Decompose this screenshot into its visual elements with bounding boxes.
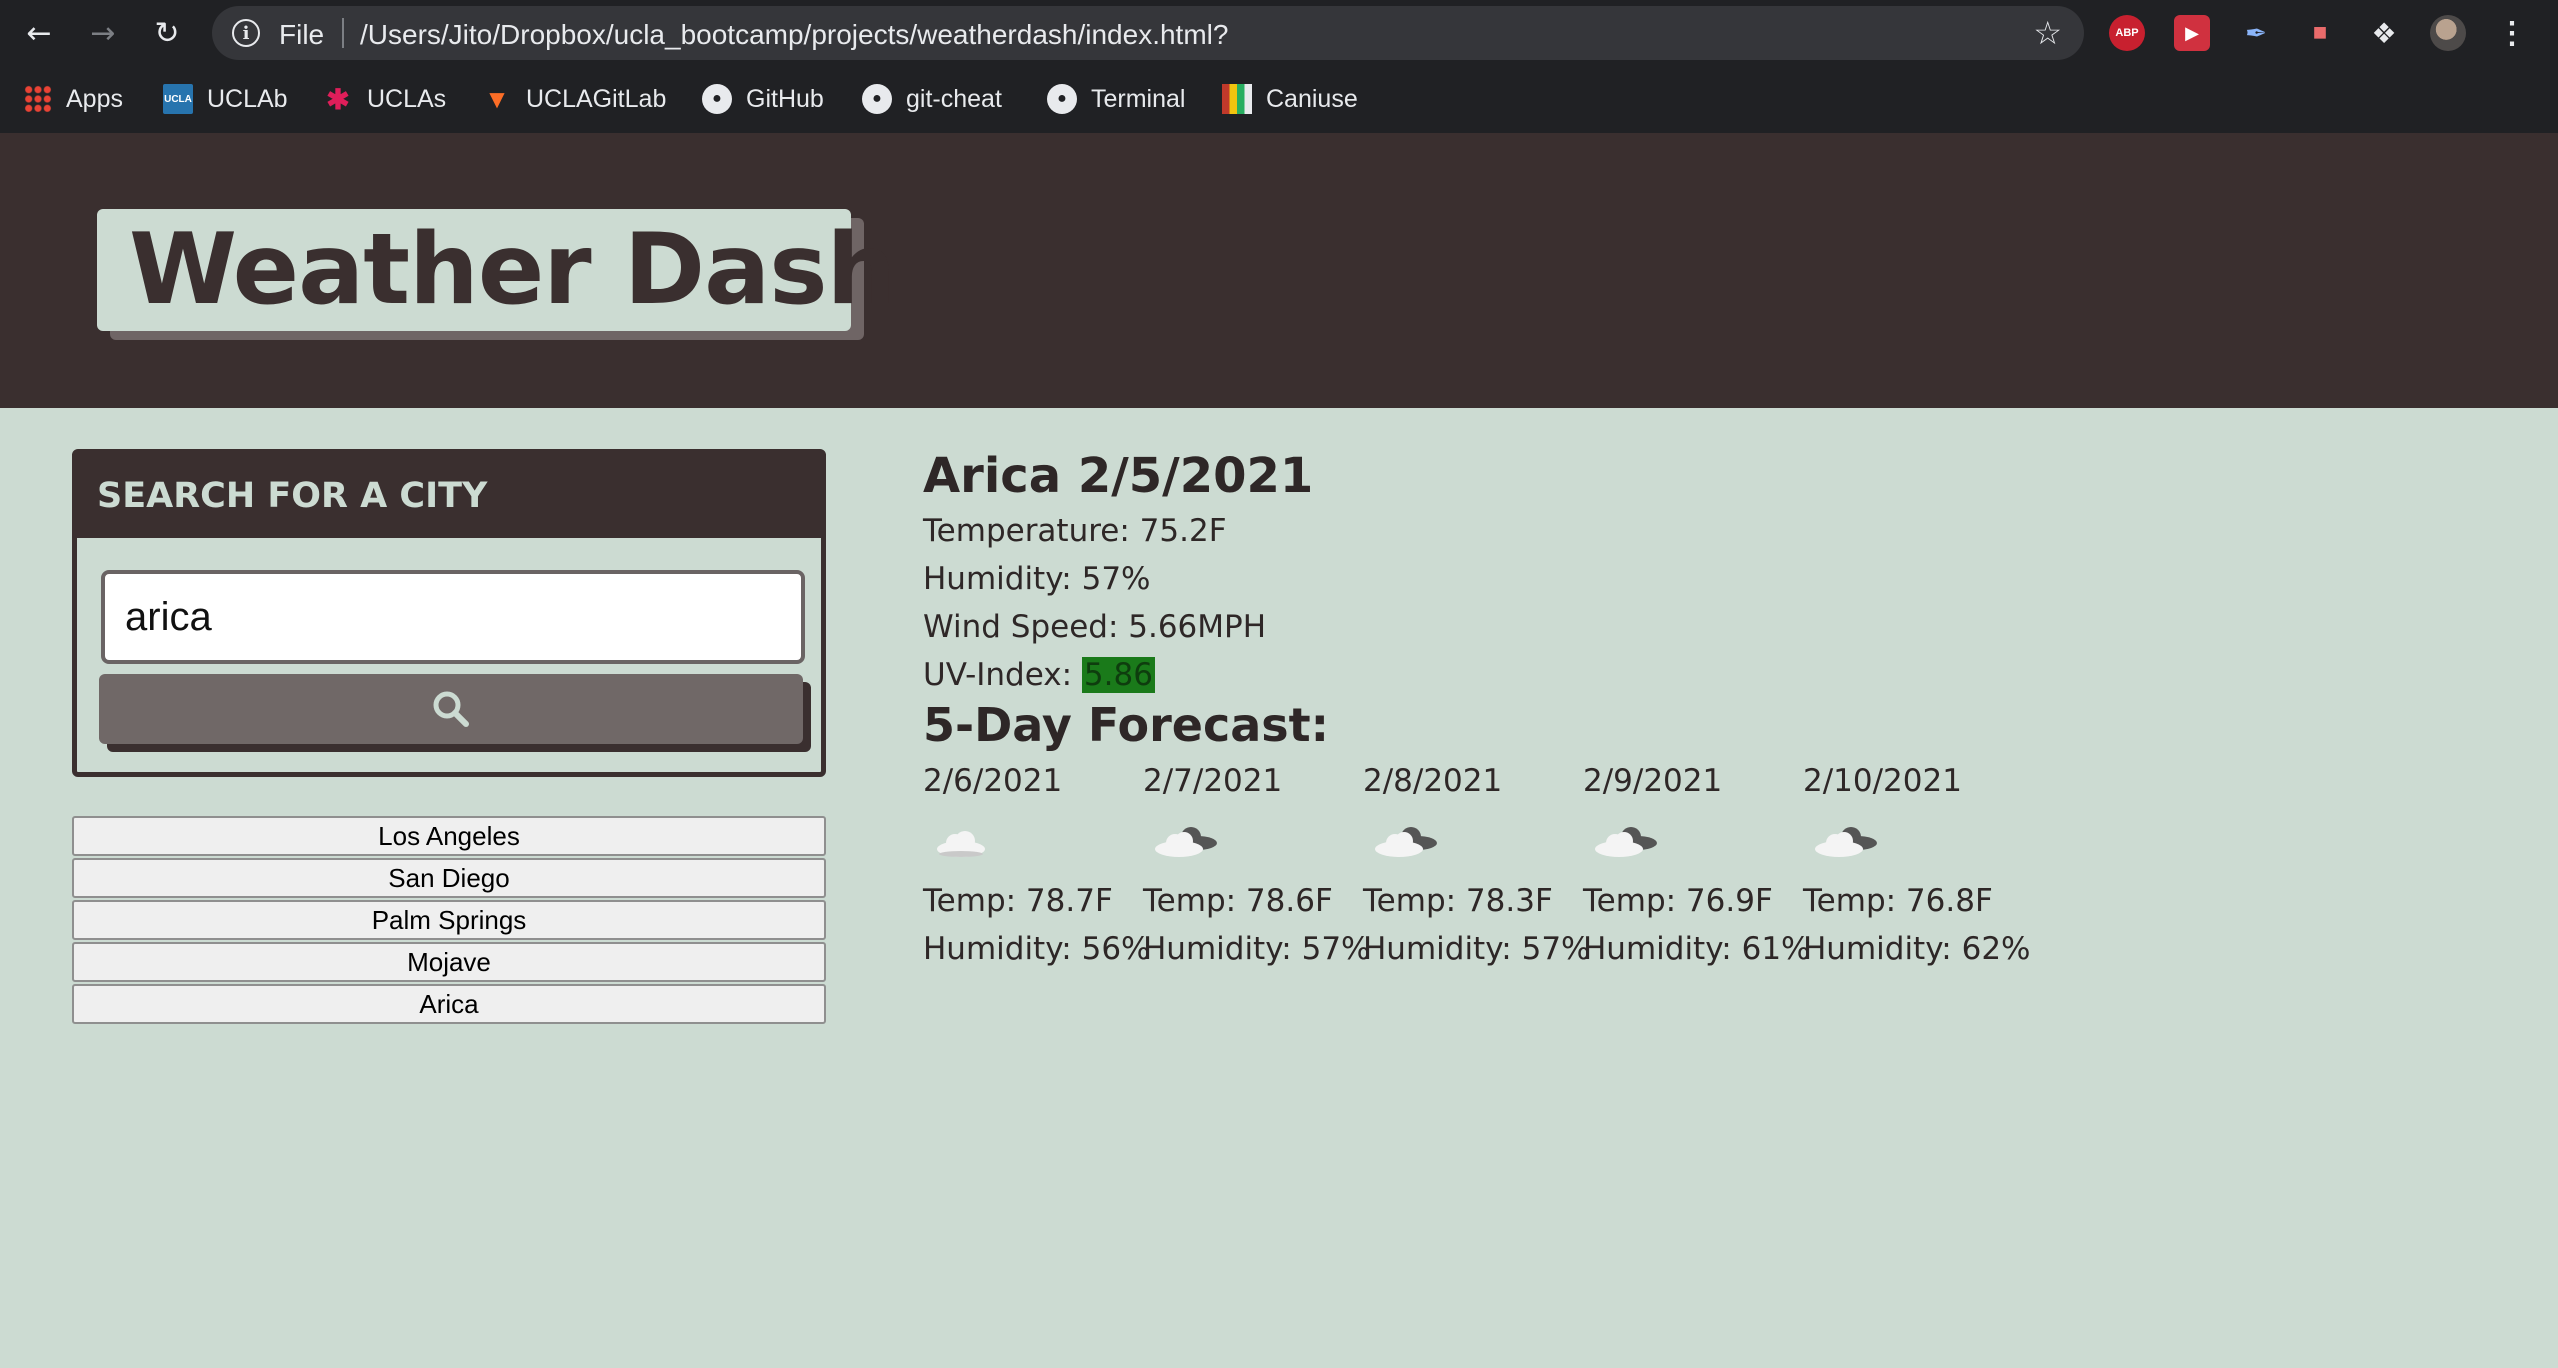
- bookmark-label: UCLAGitLab: [526, 84, 667, 113]
- bookmarks-bar: Apps UCLA UCLAb ✱ UCLAs ▼ UCLAGitLab ● G…: [0, 70, 2558, 130]
- weather-dash-page: Weather Dash SEARCH FOR A CITY Los Angel…: [0, 133, 2558, 1368]
- forecast-date: 2/9/2021: [1583, 763, 1723, 799]
- city-search-input[interactable]: [101, 570, 805, 664]
- forecast-day: 2/6/2021 Temp: 78.7F Humidity: 56%: [923, 757, 1151, 973]
- broken-clouds-icon: [1155, 827, 1217, 857]
- history-city-button[interactable]: Los Angeles: [72, 816, 826, 856]
- search-card: SEARCH FOR A CITY: [72, 449, 826, 777]
- browser-menu-icon[interactable]: ⋮: [2494, 15, 2530, 51]
- history-city-button[interactable]: San Diego: [72, 858, 826, 898]
- cloud-icon: [937, 831, 985, 857]
- slack-icon: ✱: [326, 83, 350, 115]
- site-header: Weather Dash: [0, 133, 2558, 408]
- forecast-temp: Temp: 76.9F: [1583, 883, 1773, 919]
- bookmark-label: UCLAs: [367, 84, 447, 113]
- forecast-day: 2/7/2021 Temp: 78.6F Humidity: 57%: [1143, 757, 1371, 973]
- current-humidity: Humidity: 57%: [923, 561, 1151, 597]
- video-extension-icon[interactable]: ■: [2302, 15, 2338, 51]
- forward-arrow-icon: →: [90, 15, 116, 51]
- forecast-date: 2/10/2021: [1803, 763, 1962, 799]
- bookmark-label: Apps: [66, 84, 123, 113]
- forecast-day: 2/10/2021 Temp: 76.8F Humidity: 62%: [1803, 757, 2031, 973]
- bookmark-uclagitlab[interactable]: ▼ UCLAGitLab: [482, 79, 666, 119]
- bookmark-uclab[interactable]: UCLA UCLAb: [163, 79, 288, 119]
- back-arrow-icon: ←: [26, 15, 52, 51]
- forecast-date: 2/6/2021: [923, 763, 1063, 799]
- reload-button[interactable]: ↻: [146, 12, 188, 54]
- adblock-extension-icon[interactable]: ABP: [2109, 15, 2145, 51]
- current-weather: Arica 2/5/2021 Temperature: 75.2F Humidi…: [923, 445, 1329, 753]
- site-logo: Weather Dash: [97, 209, 896, 331]
- omnibox-divider: [342, 18, 344, 48]
- bookmark-label: git-cheat: [906, 84, 1002, 113]
- search-icon: [433, 691, 469, 727]
- ucla-icon: UCLA: [163, 84, 193, 114]
- bookmark-terminal[interactable]: ● Terminal: [1047, 79, 1185, 119]
- search-button[interactable]: [99, 674, 803, 744]
- forecast-humidity: Humidity: 57%: [1363, 931, 1591, 967]
- broken-clouds-icon: [1595, 827, 1657, 857]
- browser-toolbar: ← → ↻ i File /Users/Jito/Dropbox/ucla_bo…: [0, 0, 2558, 66]
- url-text[interactable]: /Users/Jito/Dropbox/ucla_bootcamp/projec…: [360, 19, 1228, 51]
- address-bar[interactable]: i File /Users/Jito/Dropbox/ucla_bootcamp…: [212, 6, 2084, 60]
- bookmark-caniuse[interactable]: Caniuse: [1222, 79, 1358, 119]
- gitlab-icon: ▼: [484, 83, 510, 114]
- media-extension-icon[interactable]: ▶: [2174, 15, 2210, 51]
- caniuse-icon: [1222, 84, 1252, 114]
- profile-avatar[interactable]: [2430, 15, 2466, 51]
- history-city-button[interactable]: Palm Springs: [72, 900, 826, 940]
- forecast-date: 2/7/2021: [1143, 763, 1283, 799]
- bookmark-label: GitHub: [746, 84, 824, 113]
- bookmark-label: Terminal: [1091, 84, 1186, 113]
- forecast-row: 2/6/2021 Temp: 78.7F Humidity: 56% 2/7/2…: [923, 757, 2031, 973]
- bookmark-git-cheat[interactable]: ● git-cheat: [862, 79, 1002, 119]
- history-city-button[interactable]: Mojave: [72, 942, 826, 982]
- reload-icon: ↻: [154, 15, 180, 51]
- history-city-button[interactable]: Arica: [72, 984, 826, 1024]
- forecast-humidity: Humidity: 62%: [1803, 931, 2031, 967]
- current-uv-index: UV-Index: 5.86: [923, 651, 1329, 699]
- bookmark-label: UCLAb: [207, 84, 288, 113]
- forecast-humidity: Humidity: 57%: [1143, 931, 1371, 967]
- scheme-label: File: [279, 19, 325, 50]
- forecast-humidity: Humidity: 56%: [923, 931, 1151, 967]
- forecast-temp: Temp: 78.7F: [923, 883, 1113, 919]
- bookmark-uclas[interactable]: ✱ UCLAs: [323, 79, 446, 119]
- forecast-temp: Temp: 78.6F: [1143, 883, 1333, 919]
- extensions-puzzle-icon[interactable]: ❖: [2366, 15, 2402, 51]
- site-title: Weather Dash: [129, 213, 896, 327]
- search-history-list: Los Angeles San Diego Palm Springs Mojav…: [72, 816, 826, 1026]
- search-heading: SEARCH FOR A CITY: [77, 454, 821, 538]
- bookmark-star-icon[interactable]: ☆: [2033, 14, 2062, 52]
- forecast-title: 5-Day Forecast:: [923, 698, 1330, 752]
- current-temperature: Temperature: 75.2F: [923, 513, 1227, 549]
- github-icon: ●: [862, 84, 892, 114]
- browser-chrome: ← → ↻ i File /Users/Jito/Dropbox/ucla_bo…: [0, 0, 2558, 133]
- apps-grid-icon: [24, 85, 52, 113]
- forecast-date: 2/8/2021: [1363, 763, 1503, 799]
- forward-button[interactable]: →: [82, 12, 124, 54]
- bookmark-apps[interactable]: Apps: [24, 79, 123, 119]
- uv-value-badge: 5.86: [1081, 657, 1155, 693]
- bookmark-label: Caniuse: [1266, 84, 1358, 113]
- broken-clouds-icon: [1815, 827, 1877, 857]
- forecast-day: 2/8/2021 Temp: 78.3F Humidity: 57%: [1363, 757, 1591, 973]
- bookmark-github[interactable]: ● GitHub: [702, 79, 824, 119]
- uv-label: UV-Index:: [923, 657, 1082, 693]
- forecast-temp: Temp: 78.3F: [1363, 883, 1553, 919]
- github-icon: ●: [1047, 84, 1077, 114]
- forecast-temp: Temp: 76.8F: [1803, 883, 1993, 919]
- site-info-icon[interactable]: i: [232, 19, 260, 47]
- back-button[interactable]: ←: [18, 12, 60, 54]
- broken-clouds-icon: [1375, 827, 1437, 857]
- forecast-day: 2/9/2021 Temp: 76.9F Humidity: 61%: [1583, 757, 1811, 973]
- pen-extension-icon[interactable]: ✒: [2238, 15, 2274, 51]
- current-city-date: Arica 2/5/2021: [923, 448, 1314, 504]
- github-icon: ●: [702, 84, 732, 114]
- forecast-humidity: Humidity: 61%: [1583, 931, 1811, 967]
- current-wind-speed: Wind Speed: 5.66MPH: [923, 609, 1267, 645]
